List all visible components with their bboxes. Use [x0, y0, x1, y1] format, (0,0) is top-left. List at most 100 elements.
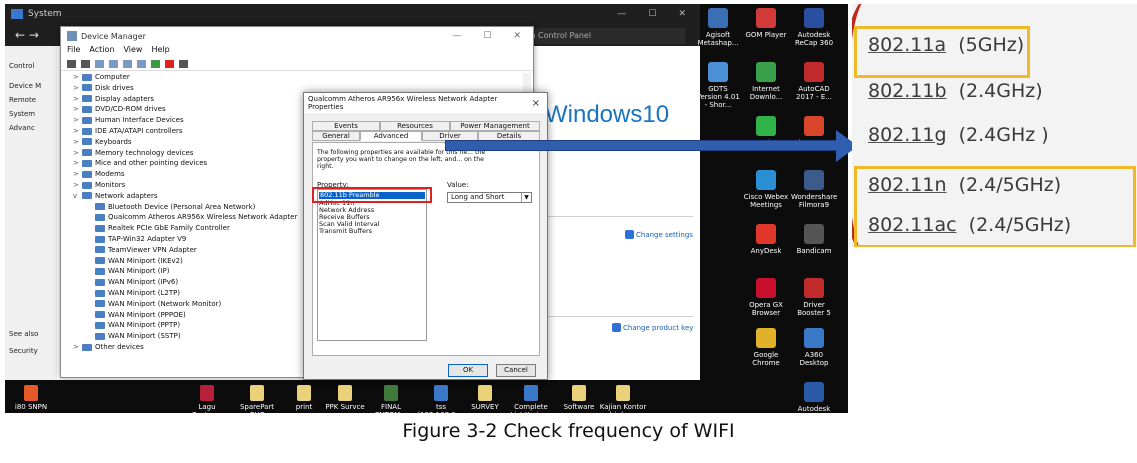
chevron-right-icon[interactable]: >: [73, 343, 82, 351]
taskbar-shortcut[interactable]: FINAL PNTOM...: [367, 385, 415, 413]
forward-icon[interactable]: [81, 60, 90, 68]
uninstall-icon[interactable]: [165, 60, 174, 68]
taskbar-shortcut[interactable]: Complete List Kerja ...: [507, 385, 555, 413]
network-adapter-item[interactable]: Realtek PCIe GbE Family Controller: [95, 224, 230, 232]
tab-events[interactable]: Events: [312, 121, 380, 131]
expand-icon[interactable]: >: [73, 105, 82, 113]
tree-item[interactable]: > Keyboards: [73, 138, 132, 146]
network-adapter-item[interactable]: TAP-Win32 Adapter V9: [95, 235, 186, 243]
network-adapter-item[interactable]: WAN Miniport (PPTP): [95, 321, 180, 329]
tree-item[interactable]: > Other devices: [73, 343, 144, 351]
properties-icon[interactable]: [95, 60, 104, 68]
menu-help[interactable]: Help: [151, 45, 169, 58]
tree-item[interactable]: v Network adapters: [73, 192, 158, 200]
expand-icon[interactable]: v: [73, 192, 82, 200]
taskbar-shortcut[interactable]: SURVEY: [461, 385, 509, 411]
network-adapter-item[interactable]: Bluetooth Device (Personal Area Network): [95, 203, 255, 211]
network-adapter-item[interactable]: Qualcomm Atheros AR956x Wireless Network…: [95, 213, 297, 221]
network-adapter-item[interactable]: WAN Miniport (Network Monitor): [95, 300, 221, 308]
desktop-shortcut[interactable]: Opera GX Browser: [743, 278, 789, 317]
network-adapter-item[interactable]: TeamViewer VPN Adapter: [95, 246, 197, 254]
monitor-icon[interactable]: [137, 60, 146, 68]
desktop-shortcut[interactable]: Driver Booster 5: [791, 278, 837, 317]
update-driver-icon[interactable]: [151, 60, 160, 68]
desktop-shortcut[interactable]: Cisco Webex Meetings: [743, 170, 789, 209]
property-item[interactable]: Transmit Buffers: [319, 228, 372, 235]
expand-icon[interactable]: >: [73, 181, 82, 189]
tree-item[interactable]: > Memory technology devices: [73, 149, 193, 157]
desktop-shortcut[interactable]: Internet Downlo...: [743, 62, 789, 101]
back-forward-arrows[interactable]: ← →: [15, 28, 39, 42]
tab-resources[interactable]: Resources: [380, 121, 450, 131]
chevron-down-icon[interactable]: ▼: [521, 193, 531, 202]
left-item-remote[interactable]: Remote: [9, 96, 36, 104]
expand-icon[interactable]: >: [73, 138, 82, 146]
taskbar-shortcut[interactable]: Software: [555, 385, 603, 411]
taskbar-shortcut[interactable]: SparePart CHC: [233, 385, 281, 413]
taskbar-shortcut[interactable]: i80 SNPN: [7, 385, 55, 411]
expand-icon[interactable]: >: [73, 84, 82, 92]
window-controls[interactable]: — ☐ ✕: [617, 9, 700, 19]
tree-item[interactable]: > Human Interface Devices: [73, 116, 184, 124]
taskbar-shortcut[interactable]: Lagu Best.asx: [183, 385, 231, 413]
left-item-advanced[interactable]: Advanc: [9, 124, 35, 132]
tab-advanced[interactable]: Advanced: [360, 131, 422, 141]
left-item-control[interactable]: Control: [9, 62, 34, 70]
menu-view[interactable]: View: [123, 45, 142, 58]
tree-item[interactable]: > Computer: [73, 73, 130, 81]
window-controls[interactable]: — ☐ ✕: [452, 31, 533, 41]
menu-file[interactable]: File: [67, 45, 80, 58]
desktop-shortcut[interactable]: Agisoft Metashap...: [695, 8, 741, 47]
expand-icon[interactable]: >: [73, 73, 82, 81]
desktop-shortcut[interactable]: Google Chrome: [743, 328, 789, 367]
tree-item[interactable]: > Mice and other pointing devices: [73, 159, 207, 167]
desktop-shortcut[interactable]: Autodesk Desktop App: [791, 382, 837, 413]
desktop-shortcut[interactable]: Wondershare Filmora9: [791, 170, 837, 209]
expand-icon[interactable]: >: [73, 170, 82, 178]
scan-icon[interactable]: [123, 60, 132, 68]
change-product-key-link[interactable]: Change product key: [612, 323, 693, 332]
ok-button[interactable]: OK: [448, 364, 488, 377]
expand-icon[interactable]: >: [73, 116, 82, 124]
network-adapter-item[interactable]: WAN Miniport (IKEv2): [95, 257, 183, 265]
taskbar-shortcut[interactable]: Kajian Kontor dri drone: [599, 385, 647, 413]
tree-item[interactable]: > Monitors: [73, 181, 125, 189]
network-adapter-item[interactable]: WAN Miniport (SSTP): [95, 332, 181, 340]
tree-item[interactable]: > Disk drives: [73, 84, 134, 92]
desktop-shortcut[interactable]: AnyDesk: [743, 224, 789, 255]
tree-item[interactable]: > Modems: [73, 170, 125, 178]
desktop-shortcut[interactable]: AutoCAD 2017 - E...: [791, 62, 837, 101]
menu-action[interactable]: Action: [89, 45, 114, 58]
tab-power-management[interactable]: Power Management: [450, 121, 540, 131]
tree-item[interactable]: > DVD/CD-ROM drives: [73, 105, 166, 113]
expand-icon[interactable]: >: [73, 159, 82, 167]
value-dropdown[interactable]: Long and Short ▼: [447, 192, 532, 203]
desktop-shortcut[interactable]: GDTS Version 4.01 - Shor...: [695, 62, 741, 109]
network-adapter-item[interactable]: WAN Miniport (IPv6): [95, 278, 178, 286]
tree-item[interactable]: > Display adapters: [73, 95, 154, 103]
expand-icon[interactable]: >: [73, 127, 82, 135]
desktop-shortcut[interactable]: GOM Player: [743, 8, 789, 39]
left-item-device-manager[interactable]: Device M: [9, 82, 41, 90]
control-panel-search[interactable]: ch Control Panel: [520, 28, 685, 44]
network-adapter-item[interactable]: WAN Miniport (PPPOE): [95, 311, 186, 319]
expand-icon[interactable]: >: [73, 95, 82, 103]
network-adapter-item[interactable]: WAN Miniport (L2TP): [95, 289, 180, 297]
cancel-button[interactable]: Cancel: [496, 364, 536, 377]
taskbar-shortcut[interactable]: PPK Survce: [321, 385, 369, 411]
desktop-shortcut[interactable]: Bandicam: [791, 224, 837, 255]
desktop-shortcut[interactable]: Autodesk ReCap 360: [791, 8, 837, 47]
change-settings-link[interactable]: Change settings: [625, 230, 693, 239]
left-item-security[interactable]: Security: [9, 347, 38, 355]
taskbar-shortcut[interactable]: tss (192.168.0....: [417, 385, 465, 413]
network-adapter-item[interactable]: WAN Miniport (IP): [95, 267, 169, 275]
expand-icon[interactable]: >: [73, 149, 82, 157]
property-list[interactable]: 802.11b Preamble AdHoc 11n Network Addre…: [317, 189, 427, 341]
desktop-shortcut[interactable]: A360 Desktop: [791, 328, 837, 367]
back-icon[interactable]: [67, 60, 76, 68]
tab-general[interactable]: General: [312, 131, 360, 141]
close-button[interactable]: ×: [532, 98, 547, 109]
download-icon[interactable]: [179, 60, 188, 68]
left-item-system[interactable]: System: [9, 110, 35, 118]
help-icon[interactable]: [109, 60, 118, 68]
